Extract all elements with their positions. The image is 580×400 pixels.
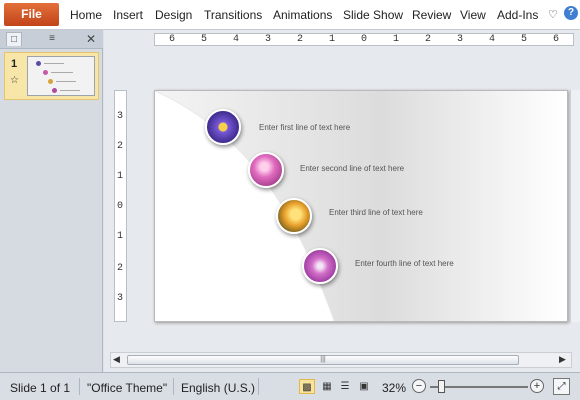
horizontal-ruler: 6 5 4 3 2 1 0 1 2 3 4 5 6 (154, 33, 574, 46)
scroll-right-icon[interactable]: ▶ (559, 354, 566, 365)
pink-flower-icon (248, 152, 284, 188)
ruler-mark: 4 (233, 34, 240, 45)
tab-home[interactable]: Home (70, 8, 102, 22)
status-divider (79, 378, 80, 395)
ruler-mark: 2 (425, 34, 432, 45)
slide-sorter-icon[interactable]: ▦ (319, 379, 335, 394)
yellow-flower-icon (276, 198, 312, 234)
help-icon[interactable]: ? (564, 6, 578, 20)
zoom-slider-knob[interactable] (438, 380, 445, 393)
ribbon-tab-bar: File Home Insert Design Transitions Anim… (0, 0, 580, 30)
slide-number: 1 (11, 58, 18, 70)
text-line-2[interactable]: Enter second line of text here (300, 164, 404, 173)
slide-count-status: Slide 1 of 1 (10, 381, 71, 395)
ruler-mark: 2 (297, 34, 304, 45)
slide-editing-area: 6 5 4 3 2 1 0 1 2 3 4 5 6 3 2 1 0 1 2 3 … (104, 30, 580, 372)
thumb-flower-icon (52, 88, 57, 93)
fit-slide-icon[interactable]: ⤢ (553, 378, 570, 395)
tab-slide-show[interactable]: Slide Show (343, 8, 403, 22)
tab-animations[interactable]: Animations (273, 8, 332, 22)
magenta-flower-icon (302, 248, 338, 284)
ruler-mark: 0 (117, 201, 124, 212)
slide-thumbnail[interactable] (27, 56, 95, 96)
zoom-out-icon[interactable]: − (412, 379, 426, 393)
status-bar: Slide 1 of 1 "Office Theme" English (U.S… (0, 372, 580, 400)
ruler-mark: 5 (201, 34, 208, 45)
thumb-text-line (44, 63, 64, 64)
slide-show-icon[interactable]: ▣ (356, 379, 372, 394)
thumb-flower-icon (36, 61, 41, 66)
file-tab[interactable]: File (4, 3, 59, 26)
thumb-text-line (56, 81, 76, 82)
ruler-mark: 1 (117, 231, 124, 242)
normal-view-icon[interactable]: ▩ (299, 379, 315, 394)
tab-design[interactable]: Design (155, 8, 192, 22)
ruler-mark: 3 (117, 111, 124, 122)
animation-star-icon: ☆ (10, 75, 19, 86)
text-line-3[interactable]: Enter third line of text here (329, 208, 423, 217)
ruler-mark: 1 (117, 171, 124, 182)
ruler-mark: 1 (393, 34, 400, 45)
ruler-mark: 1 (329, 34, 336, 45)
thumb-flower-icon (43, 70, 48, 75)
panel-tabs: □ ≡ ✕ (0, 30, 103, 49)
ruler-mark: 0 (361, 34, 368, 45)
reading-view-icon[interactable]: ☰ (337, 379, 353, 394)
ruler-mark: 3 (265, 34, 272, 45)
thumb-flower-icon (48, 79, 53, 84)
ruler-mark: 2 (117, 141, 124, 152)
scrollbar-thumb[interactable]: ||| (127, 355, 519, 365)
zoom-level[interactable]: 32% (382, 381, 406, 395)
tab-insert[interactable]: Insert (113, 8, 143, 22)
slide-thumbnail-row[interactable]: 1 ☆ (4, 52, 99, 100)
purple-flower-icon (205, 109, 241, 145)
tab-review[interactable]: Review (412, 8, 451, 22)
minimize-ribbon-icon[interactable]: ♡ (548, 8, 558, 21)
zoom-in-icon[interactable]: + (530, 379, 544, 393)
close-panel-icon[interactable]: ✕ (86, 32, 96, 46)
vertical-ruler: 3 2 1 0 1 2 3 (114, 90, 127, 322)
ruler-mark: 3 (457, 34, 464, 45)
text-line-1[interactable]: Enter first line of text here (259, 123, 350, 132)
ruler-mark: 6 (169, 34, 176, 45)
scroll-left-icon[interactable]: ◀ (113, 354, 120, 365)
ruler-mark: 6 (553, 34, 560, 45)
status-divider (173, 378, 174, 395)
ruler-mark: 5 (521, 34, 528, 45)
language-status[interactable]: English (U.S.) (181, 381, 255, 395)
status-divider (258, 378, 259, 395)
theme-status[interactable]: "Office Theme" (87, 381, 167, 395)
tab-transitions[interactable]: Transitions (204, 8, 262, 22)
ruler-mark: 3 (117, 293, 124, 304)
tab-add-ins[interactable]: Add-Ins (497, 8, 538, 22)
slides-panel: □ ≡ ✕ 1 ☆ (0, 30, 103, 372)
thumb-text-line (60, 90, 80, 91)
ruler-mark: 2 (117, 263, 124, 274)
tab-view[interactable]: View (460, 8, 486, 22)
vertical-scrollbar[interactable] (570, 90, 580, 322)
horizontal-scrollbar[interactable]: ◀ ||| ▶ (110, 352, 572, 368)
slide-canvas[interactable]: Enter first line of text here Enter seco… (154, 90, 568, 322)
text-line-4[interactable]: Enter fourth line of text here (355, 259, 454, 268)
ruler-mark: 4 (489, 34, 496, 45)
slides-tab-icon[interactable]: □ (6, 32, 22, 46)
thumb-text-line (51, 72, 73, 73)
outline-tab-icon[interactable]: ≡ (44, 32, 60, 46)
